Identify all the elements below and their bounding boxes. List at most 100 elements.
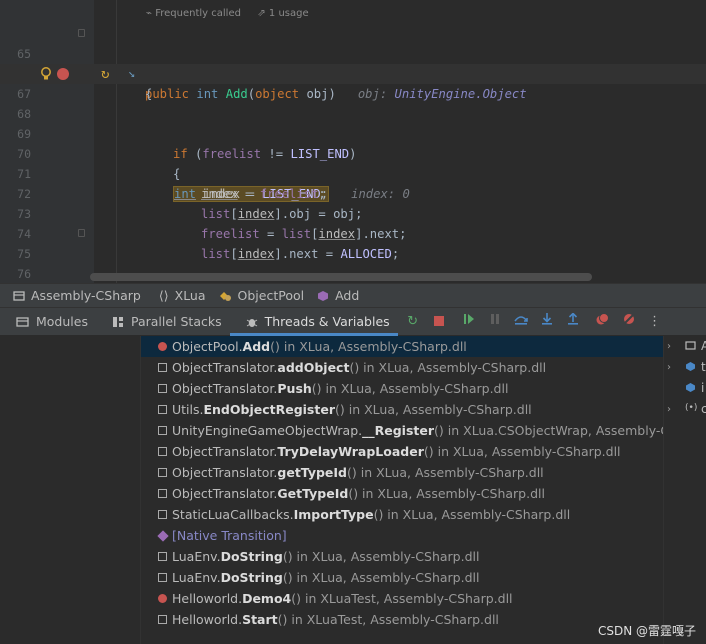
stack-frame-row[interactable]: LuaEnv.DoString() in XLua, Assembly-CSha…: [141, 567, 663, 588]
frame-class: Utils.: [172, 402, 204, 417]
expand-arrow-icon[interactable]: ›: [667, 357, 671, 378]
usage-hint[interactable]: ⌁ Frequently called ⇗ 1 usage: [146, 4, 309, 24]
stack-frame-text: Helloworld.Demo4() in XLuaTest, Assembly…: [172, 588, 513, 609]
tab-parallel-stacks[interactable]: Parallel Stacks: [96, 308, 230, 336]
run-to-cursor-icon[interactable]: ↘: [128, 66, 144, 82]
frame-class: ObjectTranslator.: [172, 486, 278, 501]
fold-icon[interactable]: [78, 229, 85, 237]
stack-frame-text: ObjectTranslator.getTypeId() in XLua, As…: [172, 462, 544, 483]
lightbulb-icon[interactable]: [40, 67, 52, 81]
frame-method: GetTypeId: [277, 486, 349, 501]
breakpoint-frame-icon: [158, 594, 167, 603]
usage-count-text: 1 usage: [268, 8, 309, 19]
breadcrumb-assembly[interactable]: Assembly-CSharp: [13, 288, 141, 303]
tab-threads-variables[interactable]: Threads & Variables: [229, 308, 398, 336]
frame-method: TryDelayWrapLoader: [277, 444, 424, 459]
stack-frame-row[interactable]: Helloworld.Demo4() in XLuaTest, Assembly…: [141, 588, 663, 609]
frame-method: getTypeId: [277, 465, 348, 480]
frame-method: DoString: [220, 570, 283, 585]
breadcrumb-namespace[interactable]: ⟨⟩ XLua: [159, 288, 206, 303]
stack-frame-row[interactable]: LuaEnv.DoString() in XLua, Assembly-CSha…: [141, 546, 663, 567]
stack-frame-row[interactable]: [Native Transition]: [141, 525, 663, 546]
method-icon: [318, 290, 329, 301]
execution-point-icon: ↻: [101, 66, 110, 82]
stack-frame-row[interactable]: Helloworld.Start() in XLuaTest, Assembly…: [141, 609, 663, 630]
namespace-icon: ⟨⟩: [158, 288, 169, 303]
stack-frame-text: Utils.EndObjectRegister() in XLua, Assem…: [172, 399, 532, 420]
stack-frame-text: ObjectTranslator.GetTypeId() in XLua, As…: [172, 483, 545, 504]
frame-method: Start: [242, 612, 278, 627]
stack-frame-row[interactable]: ObjectPool.Add() in XLua, Assembly-CShar…: [141, 336, 663, 357]
variables-panel: › A › t i › (•) c: [663, 336, 706, 644]
frame-method: Add: [242, 339, 271, 354]
code-editor[interactable]: ⌁ Frequently called ⇗ 1 usage 65 public …: [0, 0, 706, 283]
expand-arrow-icon[interactable]: ›: [667, 399, 671, 420]
variable-row[interactable]: › t: [664, 357, 706, 378]
watermark: CSDN @雷霆嘎子: [597, 624, 696, 638]
frame-icon: [158, 384, 167, 393]
frame-method: __Register: [362, 423, 435, 438]
resume-icon[interactable]: [458, 311, 480, 333]
fold-icon[interactable]: [78, 29, 85, 37]
stack-frame-row[interactable]: ObjectTranslator.TryDelayWrapLoader() in…: [141, 441, 663, 462]
rerun-icon[interactable]: ↻: [402, 311, 424, 333]
pause-icon[interactable]: [484, 311, 506, 333]
breadcrumb-class[interactable]: ObjectPool: [219, 288, 304, 303]
frame-icon: [158, 426, 167, 435]
frame-location: () in XLua, Assembly-CSharp.dll: [349, 360, 547, 375]
variable-row[interactable]: › (•) c: [664, 399, 706, 420]
frames-panel: ObjectPool.Add() in XLua, Assembly-CShar…: [0, 336, 663, 644]
code-line[interactable]: 76 else: [0, 244, 706, 281]
breakpoints-icon[interactable]: [592, 311, 614, 333]
step-over-icon[interactable]: [510, 311, 532, 333]
frame-class: Helloworld.: [172, 591, 243, 606]
frame-class: LuaEnv.: [172, 570, 221, 585]
step-into-icon[interactable]: [536, 311, 558, 333]
stack-frame-text: ObjectTranslator.TryDelayWrapLoader() in…: [172, 441, 621, 462]
stack-frame-row[interactable]: ObjectTranslator.Push() in XLua, Assembl…: [141, 378, 663, 399]
variable-row[interactable]: › A: [664, 336, 706, 357]
frame-class: ObjectTranslator.: [172, 444, 278, 459]
breadcrumb-method[interactable]: Add: [317, 288, 359, 303]
assembly-icon: [13, 290, 25, 301]
stop-icon[interactable]: [428, 311, 450, 333]
stack-frame-row[interactable]: UnityEngineGameObjectWrap.__Register() i…: [141, 420, 663, 441]
code-line[interactable]: 66 {: [0, 44, 706, 101]
mute-breakpoints-icon[interactable]: [618, 311, 640, 333]
modules-icon: [16, 316, 29, 327]
variable-row[interactable]: i: [664, 378, 706, 399]
stack-frame-row[interactable]: ObjectTranslator.getTypeId() in XLua, As…: [141, 462, 663, 483]
step-out-icon[interactable]: [562, 311, 584, 333]
frame-location: () in XLua, Assembly-CSharp.dll: [335, 402, 532, 417]
threads-column[interactable]: [0, 336, 141, 644]
code-line[interactable]: 75 }: [0, 224, 706, 261]
frame-icon: [158, 489, 167, 498]
code-line[interactable]: 73 freelist = list[index].next;: [0, 184, 706, 241]
stack-frame-row[interactable]: Utils.EndObjectRegister() in XLua, Assem…: [141, 399, 663, 420]
breadcrumb-assembly-label: Assembly-CSharp: [31, 288, 141, 303]
code-line[interactable]: 68: [0, 84, 706, 121]
stack-frame-text: ObjectPool.Add() in XLua, Assembly-CShar…: [172, 336, 467, 357]
more-icon[interactable]: ⋮: [644, 311, 666, 333]
tab-modules[interactable]: Modules: [0, 308, 96, 336]
variable-name: A: [701, 336, 706, 357]
frame-icon: [158, 468, 167, 477]
frame-method: addObject: [277, 360, 350, 375]
code-line[interactable]: 65 public int Add(object obj) obj: Unity…: [0, 24, 706, 101]
stack-frame-row[interactable]: StaticLuaCallbacks.ImportType() in XLua,…: [141, 504, 663, 525]
expand-arrow-icon[interactable]: ›: [667, 336, 671, 357]
frame-class: Helloworld.: [172, 612, 243, 627]
code-line[interactable]: 72 list[index].obj = obj;: [0, 164, 706, 221]
stack-frame-row[interactable]: ObjectTranslator.GetTypeId() in XLua, As…: [141, 483, 663, 504]
code-line-current[interactable]: 67 ↻ ↘ int index = LIST_END; index: 0: [0, 64, 706, 202]
code-line[interactable]: 70 {: [0, 124, 706, 181]
variable-name: t: [701, 360, 706, 374]
code-line[interactable]: 69 if (freelist != LIST_END): [0, 104, 706, 161]
breakpoint-icon[interactable]: [57, 68, 69, 80]
code-line[interactable]: 71 index = freelist;: [0, 144, 706, 201]
horizontal-scrollbar[interactable]: [90, 273, 592, 281]
tab-threads-variables-label: Threads & Variables: [264, 314, 390, 329]
type-icon: [686, 362, 695, 371]
stack-frame-row[interactable]: ObjectTranslator.addObject() in XLua, As…: [141, 357, 663, 378]
code-line[interactable]: 74 list[index].next = ALLOCED;: [0, 204, 706, 261]
